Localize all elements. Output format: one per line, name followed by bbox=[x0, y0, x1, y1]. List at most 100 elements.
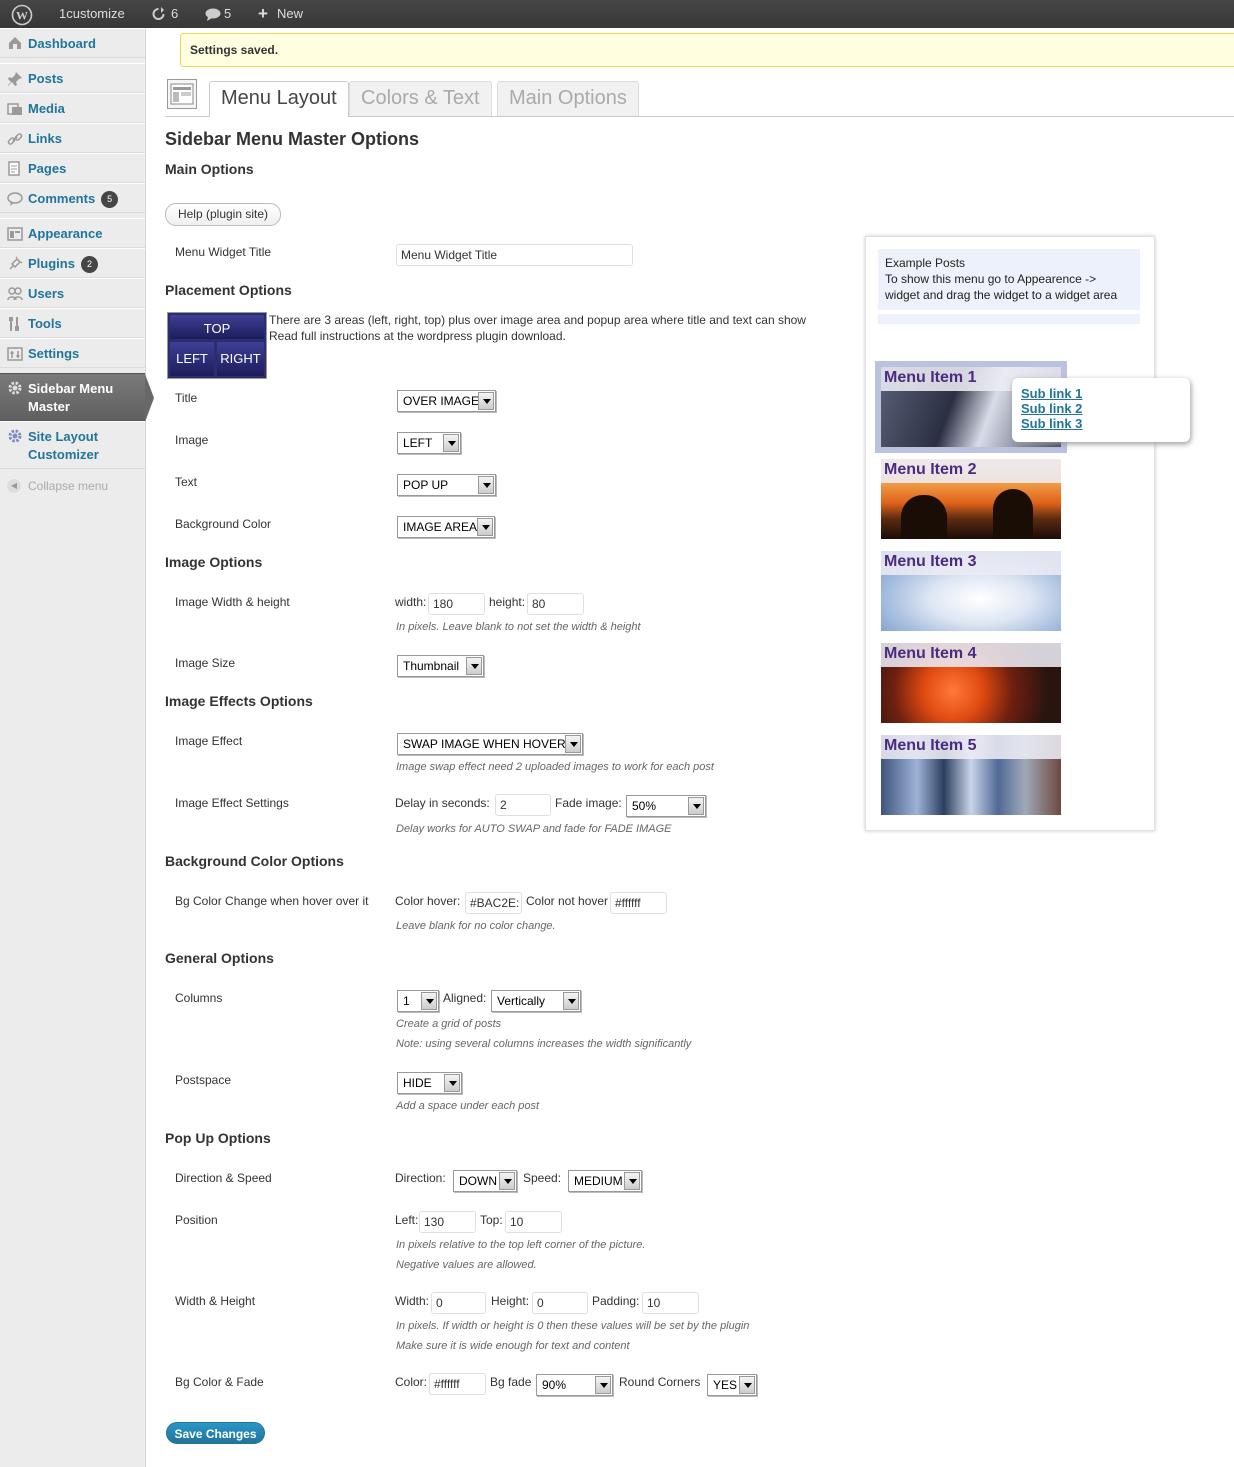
title-placement-select[interactable]: OVER IMAGE bbox=[397, 390, 496, 412]
image-width-input[interactable]: 180 bbox=[428, 593, 485, 615]
menu-item-plugins[interactable]: Plugins 2 bbox=[0, 248, 145, 278]
direction-label: Direction: bbox=[395, 1171, 446, 1185]
image-size-select[interactable]: Thumbnail bbox=[397, 655, 484, 677]
collapse-menu-button[interactable]: ◀ Collapse menu bbox=[0, 471, 145, 501]
columns-note-2: Note: using several columns increases th… bbox=[396, 1038, 692, 1050]
placement-description-1: There are 3 areas (left, right, top) plu… bbox=[269, 313, 806, 327]
widget-title-input[interactable]: Menu Widget Title bbox=[396, 244, 633, 266]
columns-select[interactable]: 1 bbox=[397, 990, 439, 1012]
comments-count-badge: 5 bbox=[101, 191, 119, 209]
preview-menu-item-5[interactable]: Menu Item 5 bbox=[881, 735, 1061, 815]
menu-item-users[interactable]: Users bbox=[0, 278, 145, 308]
direction-select[interactable]: DOWN bbox=[453, 1170, 517, 1192]
settings-icon bbox=[7, 347, 23, 361]
image-effect-select[interactable]: SWAP IMAGE WHEN HOVER bbox=[397, 733, 583, 755]
sub-link-3[interactable]: Sub link 3 bbox=[1021, 416, 1181, 431]
save-changes-button[interactable]: Save Changes bbox=[166, 1422, 265, 1444]
chevron-down-icon bbox=[499, 1172, 515, 1190]
postspace-select[interactable]: HIDE bbox=[397, 1072, 462, 1094]
color-not-hover-input[interactable]: #ffffff bbox=[610, 892, 667, 914]
preview-header-line1: Example Posts bbox=[885, 256, 966, 270]
chevron-down-icon bbox=[443, 434, 459, 452]
popup-padding-input[interactable]: 10 bbox=[642, 1292, 699, 1314]
image-placement-select[interactable]: LEFT bbox=[397, 432, 461, 454]
popup-height-input[interactable]: 0 bbox=[532, 1292, 588, 1314]
menu-item-settings[interactable]: Settings bbox=[0, 338, 145, 368]
tab-main-options[interactable]: Main Options bbox=[497, 81, 639, 116]
site-name-link[interactable]: 1customize bbox=[59, 0, 125, 28]
placement-top-area: TOP bbox=[170, 315, 264, 339]
admin-bar: W 1customize 6 5 + New bbox=[0, 0, 1234, 28]
preview-menu-item-3[interactable]: Menu Item 3 bbox=[881, 551, 1061, 631]
preview-menu-item-4[interactable]: Menu Item 4 bbox=[881, 643, 1061, 723]
position-note-1: In pixels relative to the top left corne… bbox=[396, 1239, 646, 1251]
position-top-input[interactable]: 10 bbox=[505, 1211, 562, 1233]
gear-icon bbox=[8, 381, 22, 395]
image-height-input[interactable]: 80 bbox=[527, 593, 584, 615]
menu-item-site-layout-customizer[interactable]: Site Layout Customizer bbox=[0, 421, 145, 469]
menu-item-posts[interactable]: Posts bbox=[0, 63, 145, 93]
text-placement-select[interactable]: POP UP bbox=[397, 474, 496, 496]
menu-item-media[interactable]: Media bbox=[0, 93, 145, 123]
users-icon bbox=[7, 287, 23, 301]
sub-link-2[interactable]: Sub link 2 bbox=[1021, 401, 1181, 416]
menu-label-posts: Posts bbox=[28, 71, 64, 86]
tab-colors-text[interactable]: Colors & Text bbox=[349, 81, 492, 116]
site-layout-line2: Customizer bbox=[28, 447, 99, 462]
text-placement-label: Text bbox=[175, 475, 198, 489]
updates-icon[interactable] bbox=[151, 7, 166, 21]
menu-label-appearance: Appearance bbox=[28, 226, 103, 241]
section-placement-options: Placement Options bbox=[165, 282, 292, 298]
wordpress-logo-icon[interactable]: W bbox=[11, 4, 33, 26]
fade-image-select[interactable]: 50% bbox=[626, 795, 706, 817]
section-background-color-options: Background Color Options bbox=[165, 853, 344, 869]
menu-item-pages[interactable]: Pages bbox=[0, 153, 145, 183]
columns-value: 1 bbox=[403, 994, 410, 1008]
width-height-note-1: In pixels. If width or height is 0 then … bbox=[396, 1320, 750, 1332]
placement-left-area: LEFT bbox=[170, 342, 214, 376]
preview-menu-item-2[interactable]: Menu Item 2 bbox=[881, 459, 1061, 539]
section-pop-up-options: Pop Up Options bbox=[165, 1130, 271, 1146]
chevron-down-icon bbox=[739, 1376, 755, 1394]
tab-menu-layout[interactable]: Menu Layout bbox=[209, 81, 349, 117]
round-corners-select[interactable]: YES bbox=[707, 1374, 757, 1396]
color-hover-input[interactable]: #BAC2E: bbox=[465, 892, 522, 914]
color-hover-label: Color hover: bbox=[395, 894, 461, 908]
comments-count[interactable]: 5 bbox=[224, 0, 231, 28]
menu-item-sidebar-menu-master[interactable]: Sidebar Menu Master bbox=[0, 373, 154, 422]
help-plugin-site-button[interactable]: Help (plugin site) bbox=[165, 203, 281, 226]
popup-width-input[interactable]: 0 bbox=[431, 1292, 486, 1314]
preview-header-line3: widget and drag the widget to a widget a… bbox=[885, 288, 1118, 302]
preview-menu-item-title: Menu Item 4 bbox=[881, 643, 1061, 667]
menu-item-comments[interactable]: Comments 5 bbox=[0, 183, 145, 213]
plus-icon[interactable]: + bbox=[258, 0, 268, 28]
appearance-icon bbox=[7, 227, 23, 241]
menu-item-links[interactable]: Links bbox=[0, 123, 145, 153]
chevron-down-icon bbox=[478, 392, 494, 410]
preview-popup: Sub link 1 Sub link 2 Sub link 3 bbox=[1012, 378, 1190, 442]
image-effect-settings-label: Image Effect Settings bbox=[175, 796, 289, 810]
menu-item-tools[interactable]: Tools bbox=[0, 308, 145, 338]
bg-fade-select[interactable]: 90% bbox=[536, 1374, 613, 1396]
sidebar-menu-master-line1: Sidebar Menu bbox=[28, 381, 114, 396]
aligned-select[interactable]: Vertically bbox=[491, 990, 581, 1012]
updates-count[interactable]: 6 bbox=[171, 0, 178, 28]
chevron-down-icon bbox=[444, 1074, 460, 1092]
chevron-down-icon bbox=[421, 992, 437, 1010]
popup-color-input[interactable]: #ffffff bbox=[429, 1373, 486, 1395]
new-content-link[interactable]: New bbox=[277, 0, 303, 28]
menu-item-appearance[interactable]: Appearance bbox=[0, 218, 145, 248]
round-corners-value: YES bbox=[713, 1378, 738, 1392]
menu-item-dashboard[interactable]: Dashboard bbox=[0, 28, 145, 58]
site-layout-line1: Site Layout bbox=[28, 429, 99, 444]
position-left-input[interactable]: 130 bbox=[419, 1211, 476, 1233]
bgcolor-placement-select[interactable]: IMAGE AREA bbox=[397, 516, 495, 538]
image-width-height-label: Image Width & height bbox=[175, 595, 290, 609]
bg-fade-value: 90% bbox=[542, 1378, 567, 1392]
speed-select[interactable]: MEDIUM bbox=[568, 1170, 642, 1192]
settings-saved-notice: Settings saved. bbox=[180, 33, 1234, 67]
sub-link-1[interactable]: Sub link 1 bbox=[1021, 386, 1181, 401]
comments-icon[interactable] bbox=[205, 8, 221, 21]
effect-settings-note: Delay works for AUTO SWAP and fade for F… bbox=[396, 823, 672, 835]
delay-seconds-input[interactable]: 2 bbox=[495, 794, 551, 816]
